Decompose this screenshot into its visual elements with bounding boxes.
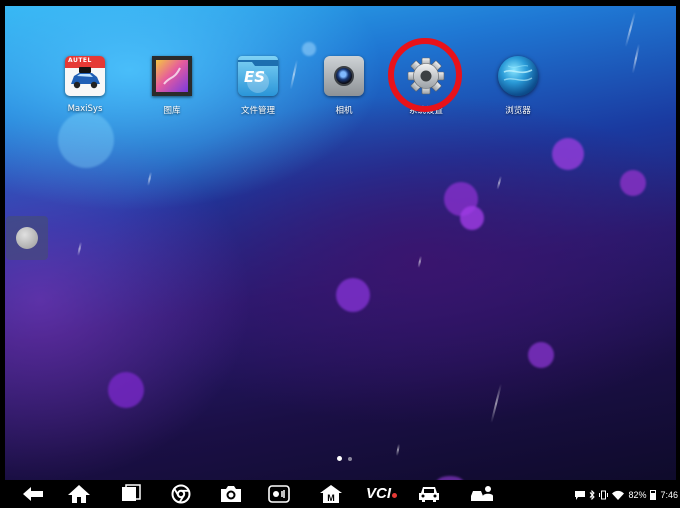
recent-apps-button[interactable] [116,482,146,506]
app-file-manager[interactable]: ES 文件管理 [218,56,298,116]
wallpaper-streak [77,241,82,256]
brightness-button[interactable] [264,482,294,506]
right-bezel [676,0,680,508]
maxisys-car-icon: AUTEL [65,56,105,96]
app-maxisys[interactable]: AUTEL MaxiSys [45,56,125,114]
brightness-icon [268,485,290,503]
remote-desk-button[interactable] [466,482,496,506]
app-camera[interactable]: 相机 [304,56,384,116]
chrome-button[interactable] [166,482,196,506]
wallpaper-streak [624,11,636,48]
camera-icon [324,56,364,96]
wallpaper-bokeh [336,278,370,312]
recent-apps-icon [122,484,141,501]
svg-text:M: M [327,493,335,503]
wifi-icon [612,490,625,500]
navigation-bar: M VCI 82% 7:46 [0,480,680,508]
settings-highlight-circle [388,38,462,112]
wallpaper-bokeh [528,342,554,368]
camera-button[interactable] [216,482,246,506]
page-dot [348,457,352,461]
wallpaper-streak [395,443,400,456]
app-label: 文件管理 [240,106,275,116]
vibrate-icon [599,490,609,500]
wallpaper-streak [490,383,502,424]
camera-icon [221,486,241,502]
back-button[interactable] [18,482,48,506]
app-gallery[interactable]: 图库 [132,56,212,116]
chrome-icon [171,484,191,504]
remote-desk-icon [471,486,493,501]
car-button[interactable] [414,482,444,506]
vci-button[interactable]: VCI [366,485,398,502]
page-dot-active [337,456,342,461]
app-label: 图库 [163,106,181,116]
maxisys-home-button[interactable]: M [316,482,346,506]
home-icon [68,485,90,503]
back-icon [23,487,43,501]
vci-label: VCI [366,485,392,502]
status-area: 82% 7:46 [575,488,678,502]
bluetooth-icon [590,490,596,500]
wallpaper-bokeh [552,138,584,170]
assist-dot-icon [16,227,38,249]
vci-status-dot [392,493,398,498]
wallpaper-bokeh [108,372,144,408]
page-indicator [334,446,364,461]
gallery-icon [152,56,192,96]
battery-percent: 82% [628,490,647,500]
clock: 7:46 [660,490,678,500]
app-label: 相机 [335,106,353,116]
file-manager-folder-icon: ES [238,56,278,96]
left-bezel [0,0,5,508]
wallpaper-bokeh [460,206,484,230]
globe-icon [498,56,538,96]
wallpaper-streak [147,171,152,186]
app-browser[interactable]: 浏览器 [478,56,558,116]
wallpaper-bokeh [58,112,114,168]
file-manager-badge: ES [244,68,266,86]
home-button[interactable] [64,482,94,506]
app-label: 浏览器 [505,106,531,116]
home-screen: AUTEL MaxiSys 图库 ES 文件管理 相机 系统设置 浏览器 [0,0,680,508]
chat-icon [575,490,586,500]
wallpaper-bokeh [302,42,316,56]
maxisys-home-icon: M [320,485,342,503]
wallpaper-streak [496,175,502,190]
floating-assist-button[interactable] [6,216,48,260]
top-bezel [0,0,680,6]
wallpaper-streak [417,255,422,268]
app-label: MaxiSys [67,104,103,114]
car-icon [419,487,439,502]
wallpaper-streak [631,43,640,74]
wallpaper-bokeh [620,170,646,196]
camera-lens [334,66,354,86]
battery-icon [650,490,657,500]
